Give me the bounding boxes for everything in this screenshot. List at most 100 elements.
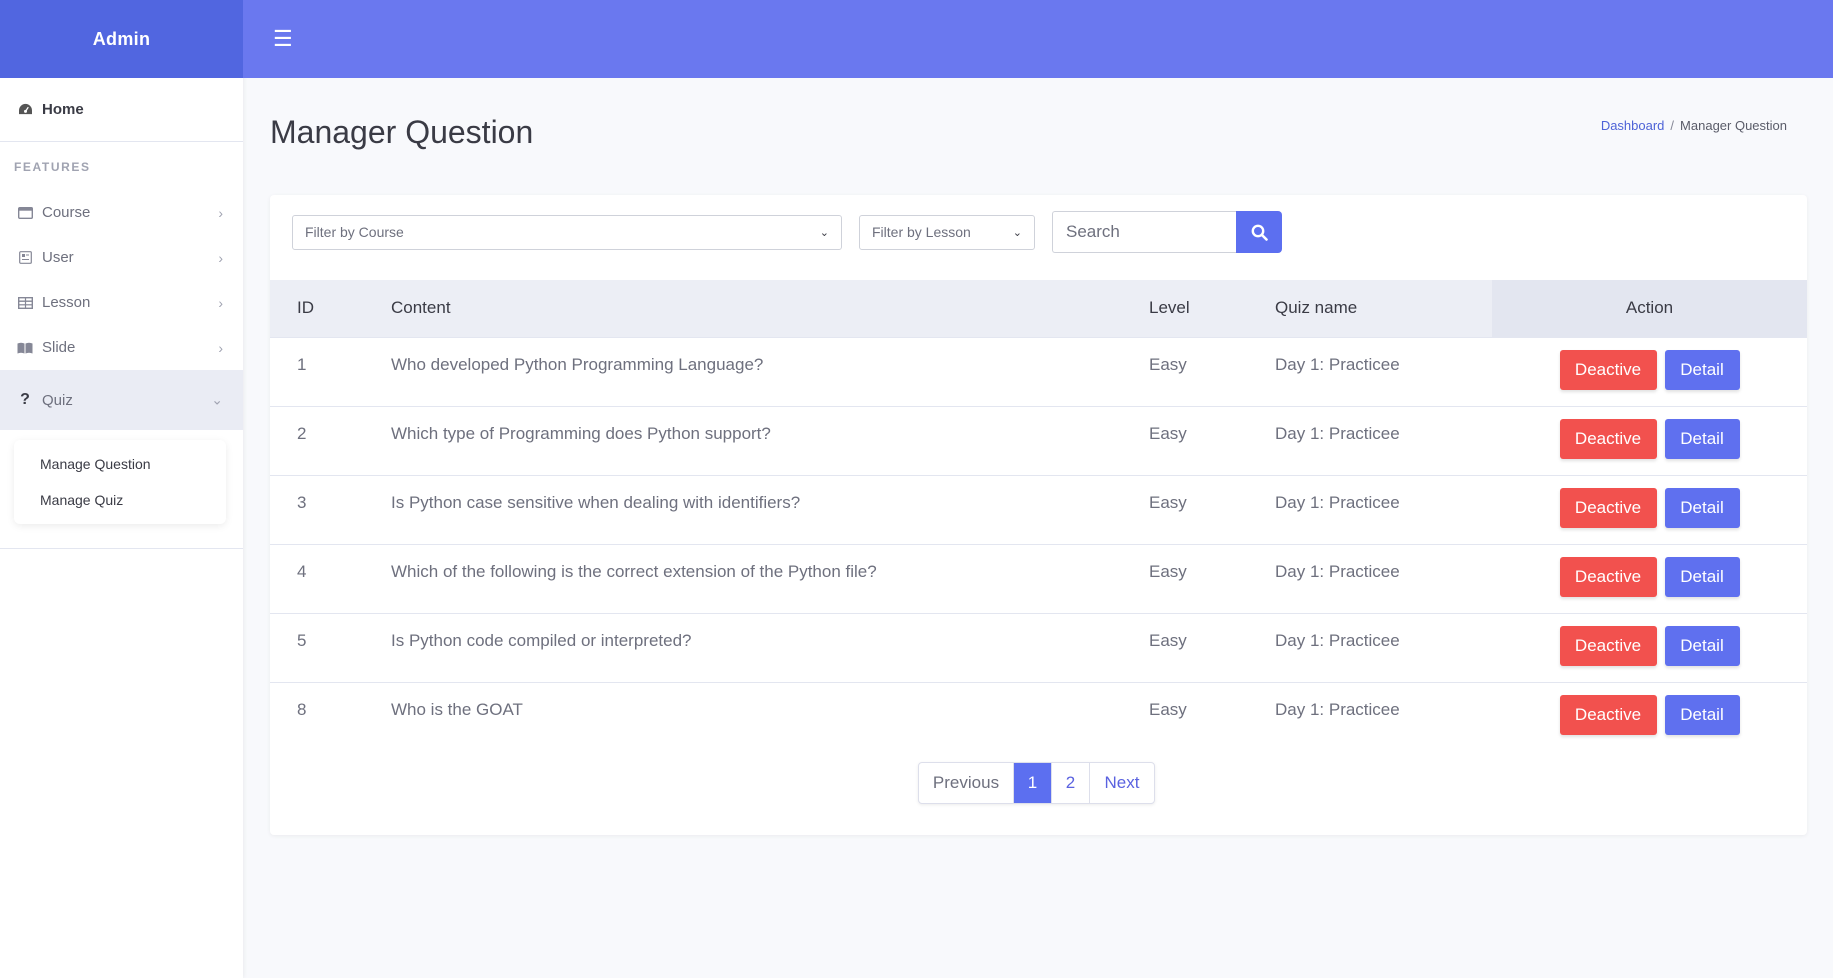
deactive-button[interactable]: Deactive	[1559, 418, 1657, 459]
col-header-level: Level	[1149, 298, 1190, 318]
col-header-action: Action	[1492, 280, 1807, 337]
filter-course-value: Filter by Course	[305, 224, 404, 240]
sidebar-item-label: Home	[42, 101, 84, 118]
chevron-down-icon: ⌄	[819, 226, 829, 239]
sidebar-item-course[interactable]: Course ›	[0, 190, 243, 235]
cell-level: Easy	[1149, 405, 1275, 475]
section-label: FEATURES	[14, 160, 91, 174]
submenu-manage-quiz[interactable]: Manage Quiz	[14, 482, 226, 518]
quiz-submenu: Manage Question Manage Quiz	[14, 440, 226, 524]
table-row: 8 Who is the GOAT Easy Day 1: Practicee …	[270, 681, 1807, 751]
detail-button[interactable]: Detail	[1664, 487, 1740, 528]
search-input[interactable]	[1052, 211, 1236, 253]
filter-bar: Filter by Course ⌄ Filter by Lesson ⌄	[292, 211, 1282, 253]
window-icon	[16, 206, 34, 219]
cell-content: Is Python case sensitive when dealing wi…	[391, 474, 1149, 544]
chevron-down-icon: ⌄	[211, 391, 223, 408]
deactive-button[interactable]: Deactive	[1559, 556, 1657, 597]
table-row: 2 Which type of Programming does Python …	[270, 405, 1807, 475]
topbar: ☰	[243, 0, 1833, 78]
detail-button[interactable]: Detail	[1664, 556, 1740, 597]
sidebar-item-label: Course	[42, 204, 91, 221]
search-icon	[1251, 224, 1268, 241]
cell-id: 5	[270, 612, 391, 682]
chevron-right-icon: ›	[218, 294, 223, 311]
detail-button[interactable]: Detail	[1664, 694, 1740, 735]
sidebar-item-home[interactable]: Home	[0, 78, 243, 142]
cell-actions: Deactive Detail	[1492, 405, 1807, 475]
cell-content: Which type of Programming does Python su…	[391, 405, 1149, 475]
pagination-next[interactable]: Next	[1090, 763, 1154, 803]
cell-id: 4	[270, 543, 391, 613]
cell-content: Which of the following is the correct ex…	[391, 543, 1149, 613]
detail-button[interactable]: Detail	[1664, 418, 1740, 459]
filter-course-select[interactable]: Filter by Course ⌄	[292, 214, 842, 250]
pagination-page-2[interactable]: 2	[1052, 763, 1090, 803]
table-row: 3 Is Python case sensitive when dealing …	[270, 474, 1807, 544]
sidebar-item-label: Slide	[42, 339, 76, 356]
deactive-button[interactable]: Deactive	[1559, 487, 1657, 528]
pagination-page-1[interactable]: 1	[1014, 763, 1052, 803]
submenu-manage-question[interactable]: Manage Question	[14, 446, 226, 482]
cell-level: Easy	[1149, 681, 1275, 751]
pagination: Previous 1 2 Next	[918, 762, 1155, 804]
cell-actions: Deactive Detail	[1492, 543, 1807, 613]
menu-toggle-icon[interactable]: ☰	[273, 26, 293, 52]
detail-button[interactable]: Detail	[1664, 349, 1740, 390]
chevron-down-icon: ⌄	[1012, 226, 1022, 239]
cell-content: Who is the GOAT	[391, 681, 1149, 751]
breadcrumb: Dashboard / Manager Question	[1601, 118, 1787, 133]
pagination-previous[interactable]: Previous	[919, 763, 1014, 803]
sidebar-item-user[interactable]: User ›	[0, 235, 243, 280]
sidebar: Admin Home FEATURES Course › User › Less…	[0, 0, 243, 978]
chevron-right-icon: ›	[218, 204, 223, 221]
col-header-content: Content	[391, 298, 451, 318]
cell-level: Easy	[1149, 543, 1275, 613]
sidebar-item-quiz[interactable]: ? Quiz ⌄	[0, 370, 243, 430]
cell-quiz-name: Day 1: Practicee	[1275, 612, 1492, 682]
cell-content: Who developed Python Programming Languag…	[391, 336, 1149, 406]
col-header-id: ID	[297, 298, 314, 318]
id-card-icon	[16, 251, 34, 264]
cell-id: 8	[270, 681, 391, 751]
sidebar-item-slide[interactable]: Slide ›	[0, 325, 243, 370]
quiz-submenu-wrapper: Manage Question Manage Quiz	[0, 430, 243, 549]
cell-level: Easy	[1149, 612, 1275, 682]
deactive-button[interactable]: Deactive	[1559, 625, 1657, 666]
cell-level: Easy	[1149, 474, 1275, 544]
sidebar-item-label: Quiz	[42, 391, 73, 409]
questions-table: ID Content Level Quiz name Action 1 Who …	[270, 280, 1807, 751]
deactive-button[interactable]: Deactive	[1559, 694, 1657, 735]
col-header-quiz-name: Quiz name	[1275, 298, 1358, 318]
table-header-row: ID Content Level Quiz name Action	[270, 280, 1807, 337]
breadcrumb-current: Manager Question	[1680, 118, 1787, 133]
brand-logo[interactable]: Admin	[0, 0, 243, 78]
cell-quiz-name: Day 1: Practicee	[1275, 405, 1492, 475]
search-button[interactable]	[1236, 211, 1282, 253]
table-icon	[16, 296, 34, 309]
table-row: 5 Is Python code compiled or interpreted…	[270, 612, 1807, 682]
breadcrumb-dashboard-link[interactable]: Dashboard	[1601, 118, 1665, 133]
cell-content: Is Python code compiled or interpreted?	[391, 612, 1149, 682]
cell-level: Easy	[1149, 336, 1275, 406]
cell-id: 2	[270, 405, 391, 475]
table-row: 4 Which of the following is the correct …	[270, 543, 1807, 613]
chevron-right-icon: ›	[218, 339, 223, 356]
cell-actions: Deactive Detail	[1492, 336, 1807, 406]
questions-card: Filter by Course ⌄ Filter by Lesson ⌄ ID…	[270, 195, 1807, 835]
book-icon	[16, 342, 34, 354]
filter-lesson-value: Filter by Lesson	[872, 224, 971, 240]
cell-actions: Deactive Detail	[1492, 681, 1807, 751]
detail-button[interactable]: Detail	[1664, 625, 1740, 666]
cell-actions: Deactive Detail	[1492, 474, 1807, 544]
search-group	[1052, 211, 1282, 253]
filter-lesson-select[interactable]: Filter by Lesson ⌄	[859, 214, 1035, 250]
cell-quiz-name: Day 1: Practicee	[1275, 543, 1492, 613]
sidebar-item-lesson[interactable]: Lesson ›	[0, 280, 243, 325]
table-row: 1 Who developed Python Programming Langu…	[270, 336, 1807, 406]
cell-quiz-name: Day 1: Practicee	[1275, 474, 1492, 544]
chevron-right-icon: ›	[218, 249, 223, 266]
deactive-button[interactable]: Deactive	[1559, 349, 1657, 390]
breadcrumb-separator: /	[1670, 118, 1675, 133]
cell-actions: Deactive Detail	[1492, 612, 1807, 682]
